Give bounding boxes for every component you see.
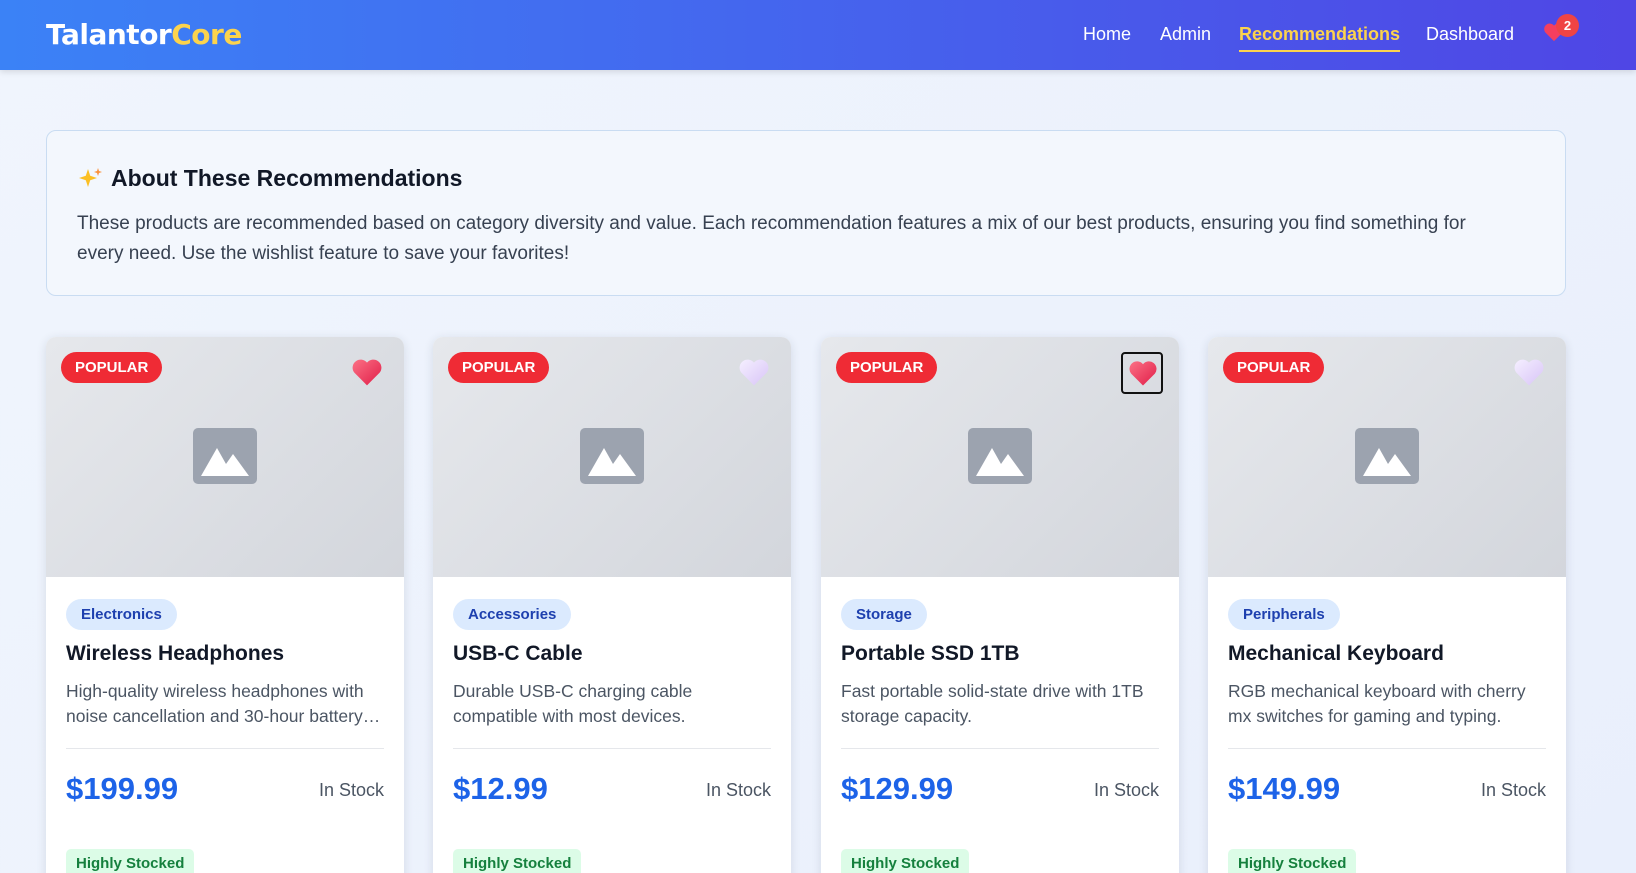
product-name: USB-C Cable — [453, 642, 583, 665]
divider — [1228, 748, 1546, 749]
popular-badge: POPULAR — [448, 352, 550, 383]
product-card[interactable]: POPULAR Peripherals Mechanical Keyboard … — [1208, 337, 1566, 873]
wishlist-toggle[interactable] — [346, 352, 388, 394]
image-placeholder-icon — [1355, 428, 1419, 484]
stock-level-badge: Highly Stocked — [66, 849, 195, 873]
category-tag: Peripherals — [1228, 599, 1340, 630]
wishlist-toggle[interactable] — [1508, 352, 1550, 394]
product-price: $149.99 — [1228, 771, 1341, 806]
popular-badge: POPULAR — [1223, 352, 1325, 383]
product-card[interactable]: POPULAR Storage Portable SSD 1TB Fast po… — [821, 337, 1179, 873]
stock-status: In Stock — [1093, 780, 1159, 800]
wishlist-count-badge: 2 — [1556, 14, 1579, 37]
product-name: Portable SSD 1TB — [841, 642, 1020, 665]
divider — [453, 748, 771, 749]
product-name: Wireless Headphones — [66, 642, 285, 665]
stock-status: In Stock — [318, 780, 384, 800]
nav-recommendations[interactable]: Recommendations — [1239, 22, 1401, 52]
stock-level-badge: Highly Stocked — [1228, 849, 1357, 873]
heart-outline-icon — [1514, 359, 1544, 386]
product-card[interactable]: POPULAR Accessories USB-C Cable Durable … — [433, 337, 791, 873]
heart-filled-icon — [352, 359, 382, 386]
category-tag: Electronics — [66, 599, 177, 630]
product-description: RGB mechanical keyboard with cherry mx s… — [1228, 681, 1526, 726]
category-tag: Storage — [841, 599, 927, 630]
popular-badge: POPULAR — [836, 352, 938, 383]
main-nav: Home Admin Recommendations Dashboard — [0, 22, 1636, 52]
divider — [66, 748, 384, 749]
info-heading: About These Recommendations — [77, 165, 462, 192]
product-price: $12.99 — [453, 771, 548, 806]
heart-outline-icon — [739, 359, 769, 386]
product-description: High-quality wireless headphones with no… — [66, 681, 364, 726]
info-text: These products are recommended based on … — [77, 213, 1466, 264]
stock-level-badge: Highly Stocked — [453, 849, 582, 873]
nav-home[interactable]: Home — [1083, 22, 1131, 46]
product-description: Fast portable solid-state drive with 1TB… — [841, 681, 1144, 726]
image-placeholder-icon — [193, 428, 257, 484]
product-price: $129.99 — [841, 771, 954, 806]
top-navbar: TalantorCore Home Admin Recommendations … — [0, 0, 1636, 70]
recommendations-info-panel: About These Recommendations These produc… — [46, 130, 1566, 296]
product-description: Durable USB-C charging cable compatible … — [453, 681, 693, 726]
wishlist-toggle[interactable] — [733, 352, 775, 394]
wishlist-toggle[interactable] — [1121, 352, 1163, 394]
image-placeholder-icon — [580, 428, 644, 484]
product-card[interactable]: POPULAR Electronics Wireless Headphones … — [46, 337, 404, 873]
stock-level-badge: Highly Stocked — [841, 849, 970, 873]
category-tag: Accessories — [453, 599, 572, 630]
nav-dashboard[interactable]: Dashboard — [1426, 22, 1514, 46]
product-name: Mechanical Keyboard — [1228, 642, 1444, 665]
stock-status: In Stock — [705, 780, 771, 800]
sparkles-icon — [79, 168, 102, 187]
stock-status: In Stock — [1480, 780, 1546, 800]
heart-filled-icon — [1129, 361, 1157, 386]
popular-badge: POPULAR — [61, 352, 163, 383]
nav-admin[interactable]: Admin — [1160, 22, 1211, 46]
info-title: About These Recommendations — [111, 165, 463, 191]
product-price: $199.99 — [66, 771, 179, 806]
wishlist-nav-button[interactable]: 2 — [1543, 14, 1583, 52]
image-placeholder-icon — [968, 428, 1032, 484]
divider — [841, 748, 1159, 749]
